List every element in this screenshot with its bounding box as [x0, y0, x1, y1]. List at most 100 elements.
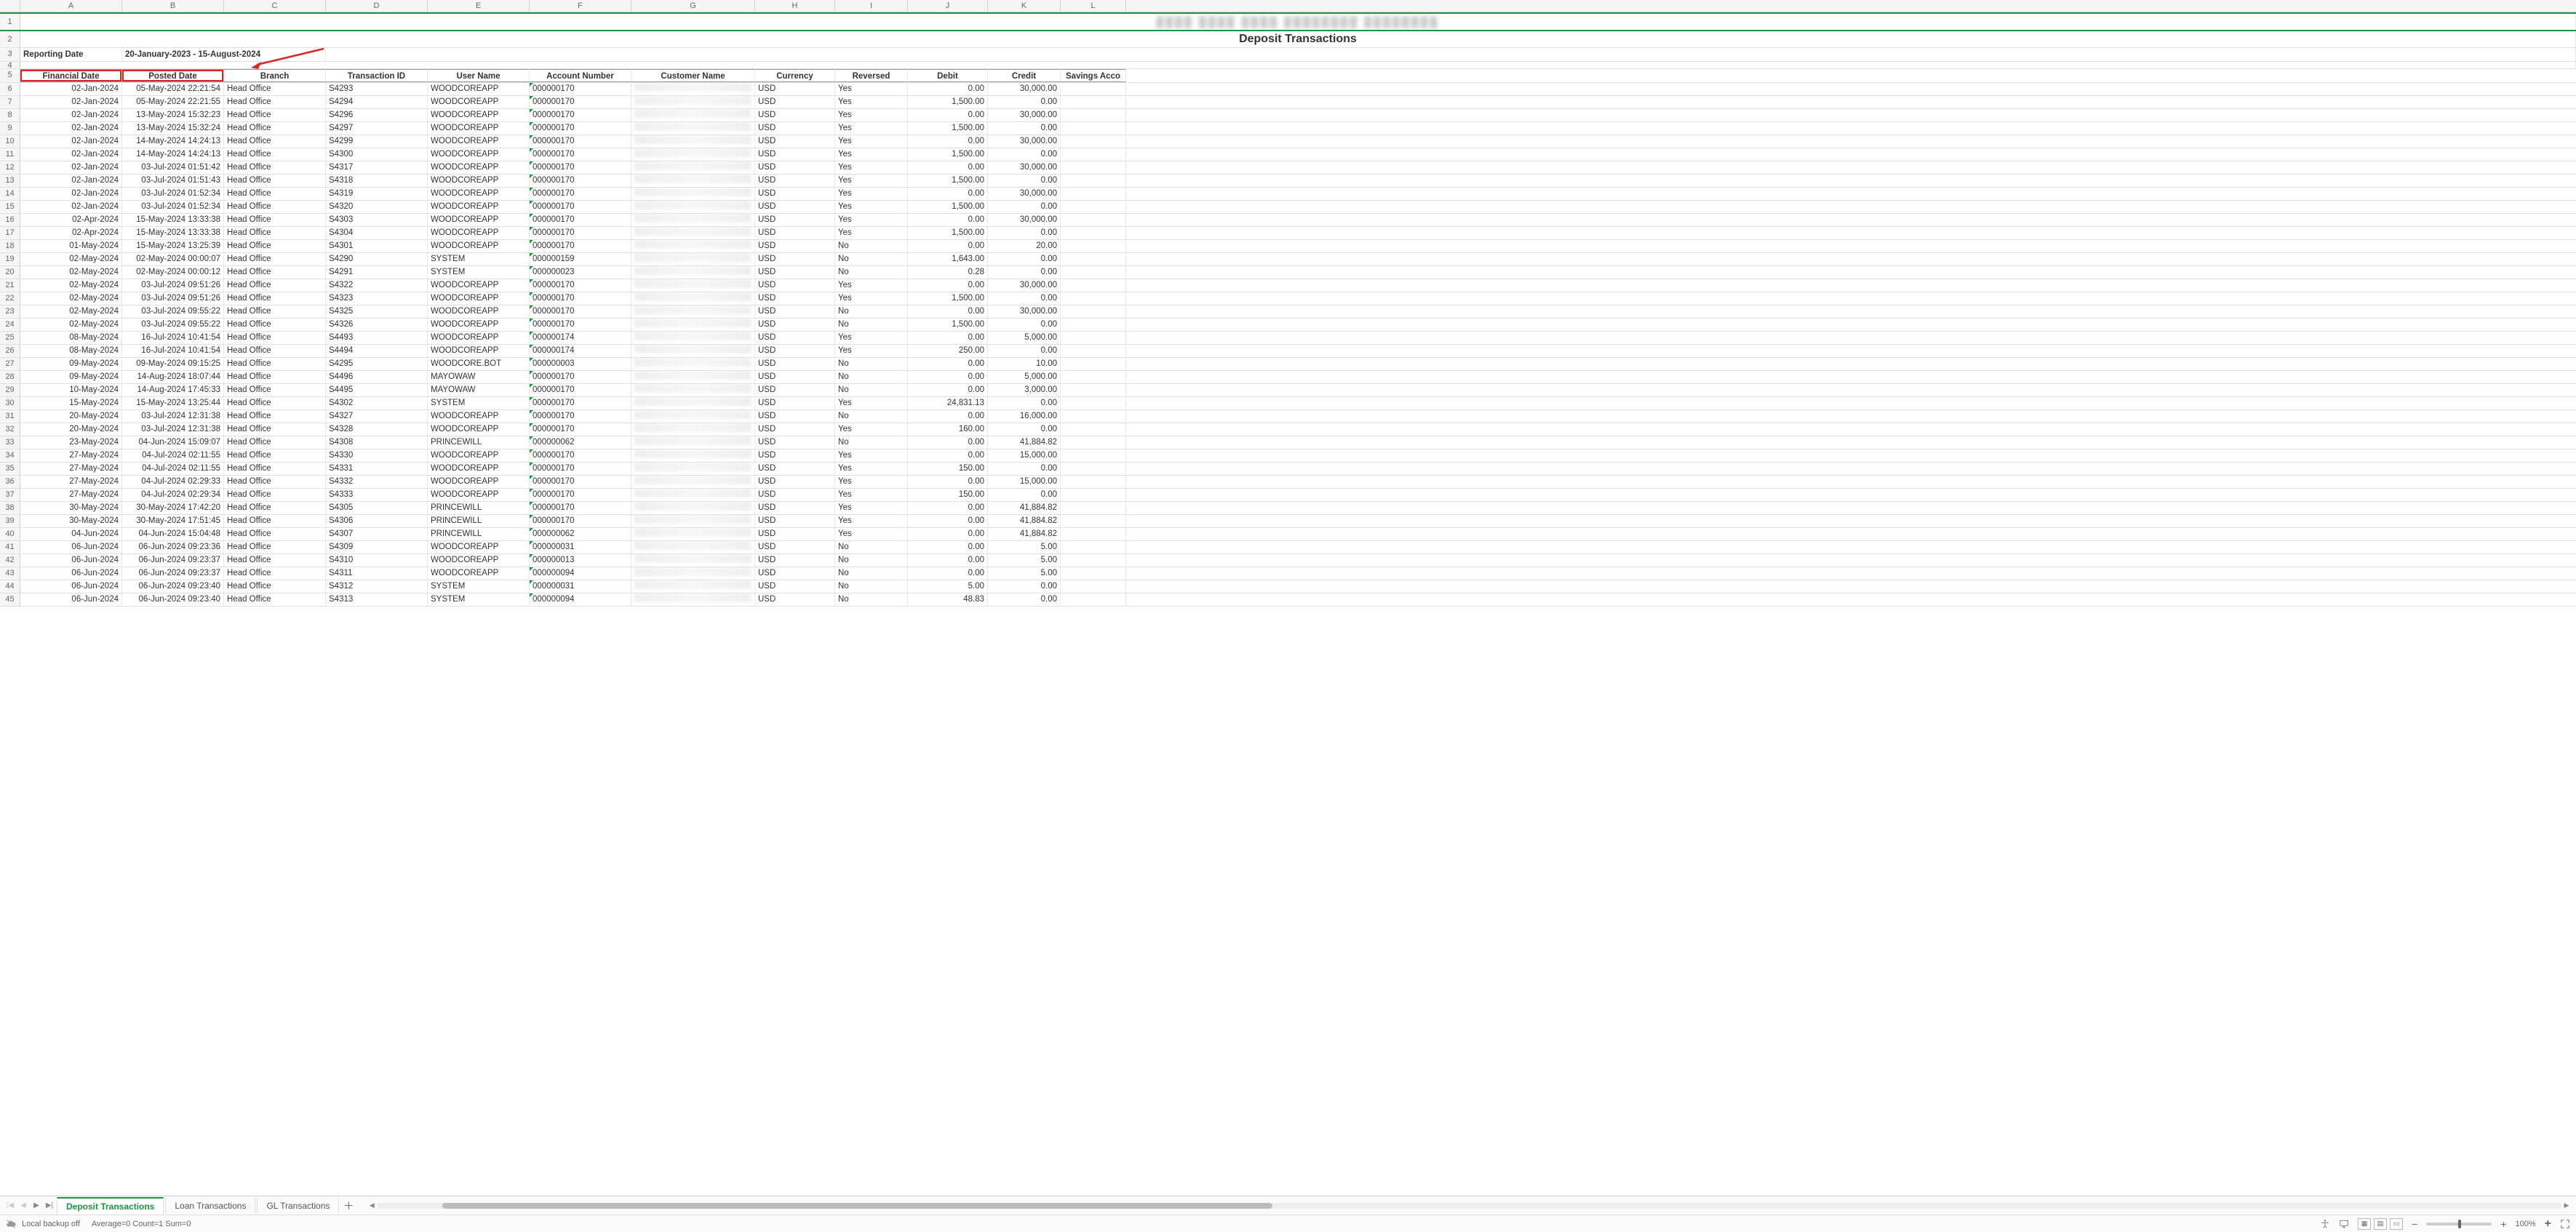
cell-credit[interactable]: 30,000.00	[988, 83, 1061, 95]
cell-customer-name[interactable]	[631, 135, 755, 148]
cell-customer-name[interactable]	[631, 528, 755, 540]
cell-user-name[interactable]: WOODCOREAPP	[428, 489, 530, 501]
cell-savings[interactable]	[1061, 332, 1126, 344]
hdr-debit[interactable]: Debit	[908, 69, 988, 82]
cell-savings[interactable]	[1061, 188, 1126, 200]
cell-user-name[interactable]: WOODCOREAPP	[428, 476, 530, 488]
cell-customer-name[interactable]	[631, 593, 755, 606]
cell-debit[interactable]: 150.00	[908, 489, 988, 501]
cell-customer-name[interactable]	[631, 515, 755, 527]
row-header[interactable]: 19	[0, 253, 20, 265]
row-header[interactable]: 12	[0, 161, 20, 174]
col-header-K[interactable]: K	[988, 0, 1061, 12]
row-header-3[interactable]: 3	[0, 48, 20, 61]
cell-financial-date[interactable]: 10-May-2024	[20, 384, 122, 396]
cell-savings[interactable]	[1061, 593, 1126, 606]
cell-financial-date[interactable]: 30-May-2024	[20, 515, 122, 527]
cell-posted-date[interactable]: 30-May-2024 17:51:45	[122, 515, 224, 527]
row-header[interactable]: 16	[0, 214, 20, 226]
cell-branch[interactable]: Head Office	[224, 384, 326, 396]
table-row[interactable]: 2608-May-202416-Jul-2024 10:41:54Head Of…	[0, 345, 2576, 358]
add-sheet-button[interactable]: ＋	[340, 1199, 356, 1213]
cell-credit[interactable]: 41,884.82	[988, 502, 1061, 514]
cell-customer-name[interactable]	[631, 161, 755, 174]
cell-debit[interactable]: 0.00	[908, 384, 988, 396]
cell-branch[interactable]: Head Office	[224, 371, 326, 383]
cell-debit[interactable]: 0.00	[908, 436, 988, 449]
cell-account-number[interactable]: 000000094	[530, 593, 631, 606]
row-2[interactable]: 2 Deposit Transactions	[0, 31, 2576, 48]
cell-currency[interactable]: USD	[755, 161, 835, 174]
cell-customer-name[interactable]	[631, 502, 755, 514]
cell-credit[interactable]: 30,000.00	[988, 161, 1061, 174]
cell-debit[interactable]: 0.00	[908, 541, 988, 553]
cell-savings[interactable]	[1061, 345, 1126, 357]
row-header[interactable]: 10	[0, 135, 20, 148]
cell-account-number[interactable]: 000000003	[530, 358, 631, 370]
cell-debit[interactable]: 1,500.00	[908, 227, 988, 239]
cell-account-number[interactable]: 000000170	[530, 305, 631, 318]
cell-posted-date[interactable]: 15-May-2024 13:25:39	[122, 240, 224, 252]
hdr-financial-date[interactable]: Financial Date	[20, 69, 122, 82]
cell-account-number[interactable]: 000000170	[530, 476, 631, 488]
cell-branch[interactable]: Head Office	[224, 96, 326, 108]
cell-savings[interactable]	[1061, 476, 1126, 488]
cell-user-name[interactable]: PRINCEWILL	[428, 436, 530, 449]
cell-branch[interactable]: Head Office	[224, 332, 326, 344]
cell-account-number[interactable]: 000000170	[530, 449, 631, 462]
cell-user-name[interactable]: WOODCOREAPP	[428, 148, 530, 161]
tab-nav-next[interactable]: ▶	[31, 1199, 42, 1212]
cell-transaction-id[interactable]: S4311	[326, 567, 428, 580]
row-header[interactable]: 18	[0, 240, 20, 252]
cell-reversed[interactable]: Yes	[835, 423, 908, 436]
cell-debit[interactable]: 0.00	[908, 83, 988, 95]
cell-account-number[interactable]: 000000170	[530, 319, 631, 331]
cell-debit[interactable]: 160.00	[908, 423, 988, 436]
tab-nav-prev[interactable]: ◀	[17, 1199, 29, 1212]
cell-financial-date[interactable]: 30-May-2024	[20, 502, 122, 514]
cell-credit[interactable]: 10.00	[988, 358, 1061, 370]
cell-posted-date[interactable]: 06-Jun-2024 09:23:40	[122, 580, 224, 593]
cell-reversed[interactable]: No	[835, 305, 908, 318]
cell-savings[interactable]	[1061, 266, 1126, 279]
col-header-C[interactable]: C	[224, 0, 326, 12]
zoom-in-button[interactable]: +	[2500, 1218, 2506, 1230]
cell-savings[interactable]	[1061, 279, 1126, 292]
table-row[interactable]: 1801-May-202415-May-2024 13:25:39Head Of…	[0, 240, 2576, 253]
cell-user-name[interactable]: WOODCOREAPP	[428, 292, 530, 305]
cell-account-number[interactable]: 000000031	[530, 580, 631, 593]
cell-currency[interactable]: USD	[755, 541, 835, 553]
cell-debit[interactable]: 0.00	[908, 358, 988, 370]
cell-transaction-id[interactable]: S4317	[326, 161, 428, 174]
cell-currency[interactable]: USD	[755, 345, 835, 357]
cell-user-name[interactable]: WOODCORE.BOT	[428, 358, 530, 370]
row-header[interactable]: 39	[0, 515, 20, 527]
cell-reversed[interactable]: Yes	[835, 463, 908, 475]
cell-currency[interactable]: USD	[755, 240, 835, 252]
cell-credit[interactable]: 0.00	[988, 148, 1061, 161]
cell-user-name[interactable]: PRINCEWILL	[428, 502, 530, 514]
cell-savings[interactable]	[1061, 201, 1126, 213]
cell-branch[interactable]: Head Office	[224, 279, 326, 292]
cell-credit[interactable]: 0.00	[988, 227, 1061, 239]
cell-customer-name[interactable]	[631, 279, 755, 292]
cell-customer-name[interactable]	[631, 423, 755, 436]
cell-posted-date[interactable]: 13-May-2024 15:32:23	[122, 109, 224, 121]
cell-posted-date[interactable]: 06-Jun-2024 09:23:37	[122, 554, 224, 567]
row-header[interactable]: 6	[0, 83, 20, 95]
cell-debit[interactable]: 0.00	[908, 449, 988, 462]
cell-branch[interactable]: Head Office	[224, 397, 326, 409]
cell-reversed[interactable]: Yes	[835, 175, 908, 187]
table-row[interactable]: 4406-Jun-202406-Jun-2024 09:23:40Head Of…	[0, 580, 2576, 593]
cell-transaction-id[interactable]: S4327	[326, 410, 428, 423]
cell-user-name[interactable]: SYSTEM	[428, 397, 530, 409]
row-header[interactable]: 27	[0, 358, 20, 370]
cell-posted-date[interactable]: 04-Jul-2024 02:29:33	[122, 476, 224, 488]
cell-currency[interactable]: USD	[755, 122, 835, 135]
cell-user-name[interactable]: WOODCOREAPP	[428, 345, 530, 357]
cell-account-number[interactable]: 000000170	[530, 214, 631, 226]
cell-user-name[interactable]: WOODCOREAPP	[428, 175, 530, 187]
cell-credit[interactable]: 30,000.00	[988, 214, 1061, 226]
cell-posted-date[interactable]: 03-Jul-2024 09:51:26	[122, 279, 224, 292]
cell-currency[interactable]: USD	[755, 449, 835, 462]
